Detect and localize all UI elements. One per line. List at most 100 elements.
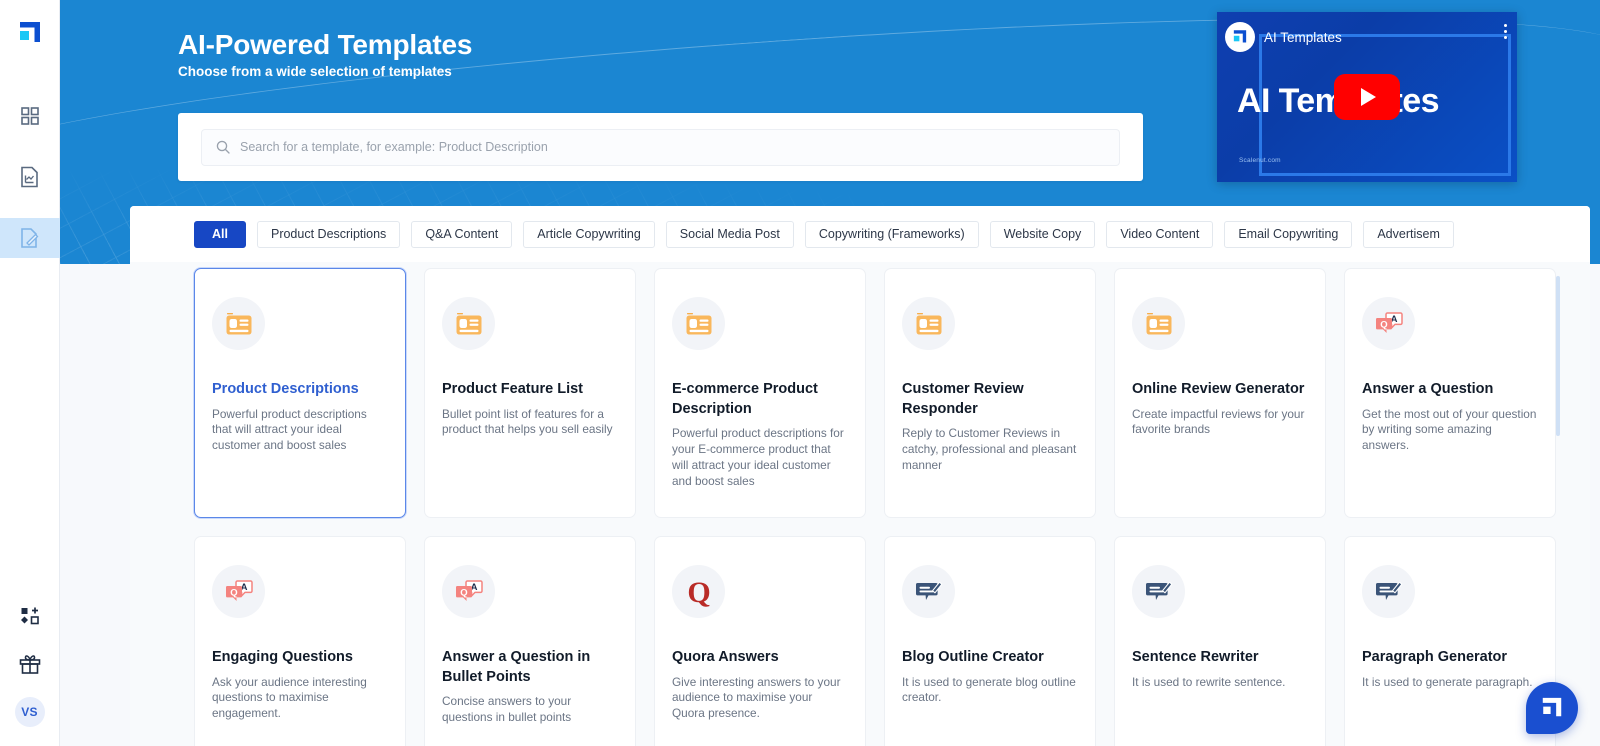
template-card-description: It is used to rewrite sentence. (1132, 674, 1286, 689)
template-card-icon (672, 297, 725, 350)
page-subtitle: Choose from a wide selection of template… (178, 64, 452, 79)
main-area: AI-Powered Templates Choose from a wide … (60, 0, 1600, 746)
search-icon (216, 140, 230, 154)
template-card-title: Blog Outline Creator (902, 649, 1044, 665)
avatar[interactable]: VS (14, 697, 45, 727)
template-card[interactable]: Product Feature List Bullet point list of… (424, 268, 636, 518)
quora-icon: Q (687, 577, 710, 607)
qa-bubbles-icon: A Q (455, 579, 483, 601)
app-logo[interactable] (0, 16, 59, 50)
template-card-title: Product Descriptions (212, 381, 359, 397)
tab-website-copy[interactable]: Website Copy (989, 220, 1096, 248)
template-card-description: It is used to generate paragraph. (1362, 674, 1533, 689)
tab-article-copywriting[interactable]: Article Copywriting (523, 220, 655, 248)
template-card-title: Paragraph Generator (1362, 649, 1508, 665)
tab-product-descriptions[interactable]: Product Descriptions (256, 220, 401, 248)
template-card[interactable]: Q Quora Answers Give interesting answers … (654, 536, 866, 746)
tab-all[interactable]: All (194, 220, 246, 248)
template-card[interactable]: A Q Engaging Questions Ask your audience … (194, 536, 406, 746)
product-card-icon (1146, 312, 1171, 334)
template-card-icon: A Q (212, 565, 265, 618)
template-card-description: Give interesting answers to your audienc… (672, 674, 841, 721)
scalenut-chat-icon (1542, 697, 1562, 717)
template-card-title: Answer a Question in Bullet Points (442, 649, 591, 685)
template-card-description: Get the most out of your question by wri… (1362, 406, 1537, 453)
search-input[interactable] (240, 140, 1105, 154)
search-box[interactable] (201, 128, 1120, 166)
sidebar-item-profile[interactable]: VS (0, 692, 60, 732)
template-card[interactable]: Paragraph Generator It is used to generat… (1344, 536, 1556, 746)
template-card-icon (902, 297, 955, 350)
sidebar-item-templates[interactable] (0, 218, 60, 258)
template-card-icon (902, 565, 955, 618)
sidebar-item-rewards[interactable] (0, 644, 60, 684)
template-card-description: Ask your audience interesting questions … (212, 674, 367, 721)
template-card[interactable]: Customer Review Responder Reply to Custom… (884, 268, 1096, 518)
templates-grid: Product Descriptions Powerful product des… (194, 268, 1556, 746)
tab-email-copywriting[interactable]: Email Copywriting (1224, 220, 1353, 248)
templates-scroll-area[interactable]: Product Descriptions Powerful product des… (130, 262, 1590, 746)
document-chart-icon (21, 166, 38, 188)
template-card-title: Product Feature List (442, 381, 583, 397)
vertical-scrollbar[interactable] (1556, 276, 1560, 436)
search-panel (178, 113, 1143, 181)
template-card[interactable]: Online Review Generator Create impactful … (1114, 268, 1326, 518)
template-card[interactable]: Sentence Rewriter It is used to rewrite s… (1114, 536, 1326, 746)
tab-advertisem[interactable]: Advertisem (1363, 220, 1454, 248)
video-thumbnail-card[interactable]: AI Templates AI Templates Scalenut.com (1217, 12, 1517, 182)
template-card-title: Engaging Questions (212, 649, 353, 665)
youtube-play-icon[interactable] (1334, 74, 1400, 120)
video-channel-row: AI Templates (1225, 22, 1342, 52)
template-card[interactable]: A Q Answer a Question Get the most out of… (1344, 268, 1556, 518)
template-card-title: Quora Answers (672, 649, 779, 665)
svg-text:Q: Q (1380, 319, 1387, 330)
grid-dashboard-icon (20, 107, 39, 125)
template-card-icon: A Q (442, 565, 495, 618)
gift-icon (19, 655, 40, 674)
tab-q-a-content[interactable]: Q&A Content (411, 220, 513, 248)
sidebar-item-dashboard[interactable] (0, 96, 60, 136)
template-card-icon (442, 297, 495, 350)
sidebar-item-integrations[interactable] (0, 596, 60, 636)
kebab-menu-icon[interactable] (1504, 24, 1507, 42)
template-card[interactable]: Blog Outline Creator It is used to genera… (884, 536, 1096, 746)
template-card-description: Powerful product descriptions that will … (212, 406, 367, 453)
template-card-icon (1132, 297, 1185, 350)
product-card-icon (456, 312, 481, 334)
templates-panel: All Product Descriptions Q&A Content Articl… (130, 206, 1590, 746)
template-card[interactable]: A Q Answer a Question in Bullet Points Co… (424, 536, 636, 746)
template-card[interactable]: E-commerce Product Description Powerful p… (654, 268, 866, 518)
product-card-icon (686, 312, 711, 334)
tab-copywriting-frameworks[interactable]: Copywriting (Frameworks) (804, 220, 979, 248)
sidebar-item-reports[interactable] (0, 157, 60, 197)
blog-write-icon (915, 581, 942, 600)
template-card-title: Sentence Rewriter (1132, 649, 1259, 665)
sidebar: VS (0, 0, 60, 746)
blog-write-icon (1145, 581, 1172, 600)
template-card-icon (1132, 565, 1185, 618)
chat-support-button[interactable] (1526, 682, 1578, 734)
blog-write-icon (1375, 581, 1402, 600)
product-card-icon (226, 312, 251, 334)
integrations-icon (20, 607, 39, 625)
document-edit-icon (21, 228, 39, 248)
template-card-icon (212, 297, 265, 350)
template-card-title: E-commerce Product Description (672, 381, 818, 417)
template-card-icon: A Q (1362, 297, 1415, 350)
template-card-icon: Q (672, 565, 725, 618)
template-card[interactable]: Product Descriptions Powerful product des… (194, 268, 406, 518)
qa-bubbles-icon: A Q (1375, 311, 1403, 333)
template-card-description: Create impactful reviews for your favori… (1132, 406, 1305, 437)
template-card-title: Customer Review Responder (902, 381, 1024, 417)
tab-social-media-post[interactable]: Social Media Post (665, 220, 794, 248)
video-channel-avatar (1225, 22, 1255, 52)
video-channel-name: AI Templates (1264, 29, 1342, 45)
category-tabs: All Product Descriptions Q&A Content Articl… (130, 206, 1590, 262)
scalenut-logo-icon (19, 22, 40, 42)
product-card-icon (916, 312, 941, 334)
tab-video-content[interactable]: Video Content (1106, 220, 1214, 248)
template-card-description: Bullet point list of features for a prod… (442, 406, 613, 437)
sidebar-bottom-nav: VS (0, 596, 59, 746)
template-card-title: Online Review Generator (1132, 381, 1305, 397)
svg-text:Q: Q (687, 577, 710, 607)
